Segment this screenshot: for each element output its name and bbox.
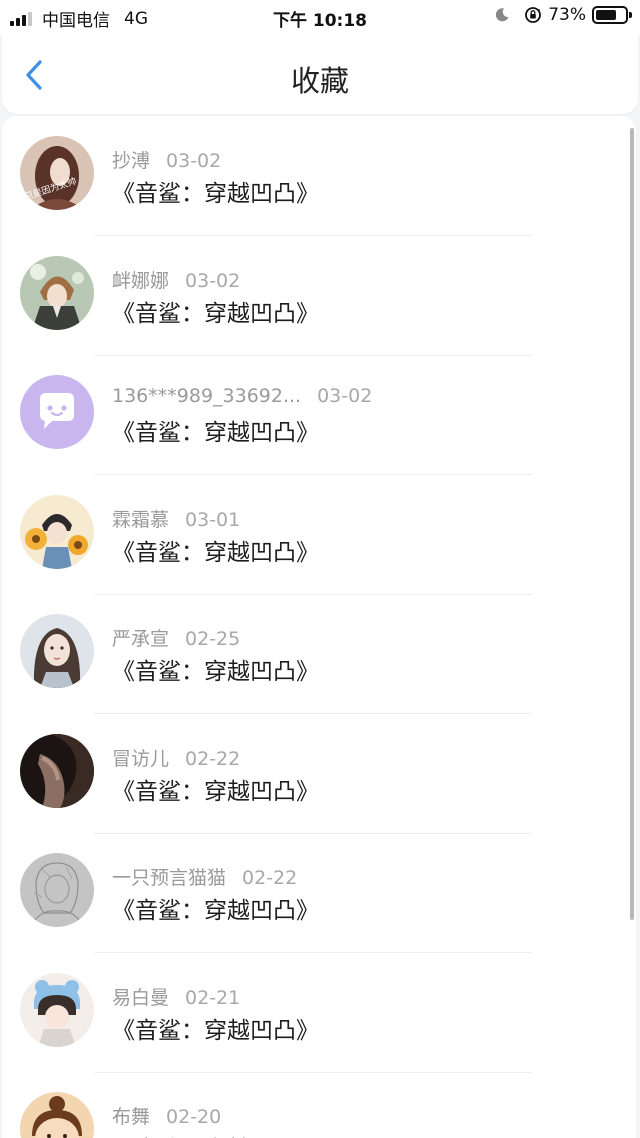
favorite-date: 03-01 bbox=[185, 508, 241, 531]
user-avatar[interactable] bbox=[20, 733, 94, 808]
user-avatar[interactable] bbox=[20, 853, 94, 927]
favorite-date: 02-25 bbox=[185, 628, 241, 650]
user-avatar[interactable] bbox=[20, 255, 94, 330]
favorite-item[interactable]: 冒访儿 02-22 《音鲨：穿越凹凸》 bbox=[2, 714, 622, 834]
battery-icon bbox=[592, 6, 632, 24]
favorite-item[interactable]: 易白曼 02-21 《音鲨：穿越凹凸》 bbox=[2, 953, 622, 1073]
rotation-lock-icon bbox=[525, 7, 542, 23]
favorite-title[interactable]: 《音鲨：穿越凹凸》 bbox=[112, 174, 319, 208]
item-meta: 136***989_33692... 03-02 bbox=[112, 385, 372, 407]
scrollbar[interactable] bbox=[630, 128, 634, 920]
favorite-title[interactable]: 《音鲨：穿越凹凸》 bbox=[112, 652, 319, 686]
user-name[interactable]: 霖霜慕 bbox=[112, 509, 169, 531]
favorite-title[interactable]: 《音鲨：穿越凹凸》 bbox=[112, 1130, 319, 1138]
favorite-date: 03-02 bbox=[317, 385, 373, 407]
user-name[interactable]: 布舞 bbox=[112, 1106, 150, 1128]
favorite-date: 03-02 bbox=[166, 150, 222, 172]
user-avatar[interactable] bbox=[20, 1092, 94, 1138]
favorite-date: 02-22 bbox=[242, 867, 298, 889]
favorite-item[interactable]: 只是因为太帅 抄溥 03-02 《音鲨：穿越凹凸》 bbox=[2, 116, 622, 236]
favorite-item[interactable]: 一只预言猫猫 02-22 《音鲨：穿越凹凸》 bbox=[2, 833, 622, 953]
page-title: 收藏 bbox=[290, 64, 349, 98]
user-name[interactable]: 136***989_33692... bbox=[112, 385, 301, 407]
user-avatar[interactable] bbox=[20, 494, 94, 569]
user-name[interactable]: 冒访儿 bbox=[112, 748, 169, 770]
status-bar: 中国电信 4G 下午 10:18 73% bbox=[0, 0, 640, 34]
favorite-item[interactable]: 布舞 02-20 《音鲨：穿越凹凸》 bbox=[2, 1072, 622, 1138]
navigation-bar: 收藏 bbox=[2, 34, 638, 114]
item-meta: 一只预言猫猫 02-22 bbox=[112, 863, 297, 890]
item-meta: 冒访儿 02-22 bbox=[112, 744, 240, 771]
battery-percentage: 73% bbox=[548, 5, 586, 25]
status-bar-right: 73% bbox=[494, 5, 632, 25]
favorite-title[interactable]: 《音鲨：穿越凹凸》 bbox=[112, 294, 319, 328]
item-meta: 易白曼 02-21 bbox=[112, 983, 240, 1010]
favorite-item[interactable]: 霖霜慕 03-01 《音鲨：穿越凹凸》 bbox=[2, 475, 622, 595]
user-name[interactable]: 严承宣 bbox=[112, 628, 169, 650]
item-meta: 布舞 02-20 bbox=[112, 1102, 221, 1129]
favorite-item[interactable]: 衅娜娜 03-02 《音鲨：穿越凹凸》 bbox=[2, 236, 622, 356]
favorite-title[interactable]: 《音鲨：穿越凹凸》 bbox=[112, 891, 319, 925]
user-avatar[interactable] bbox=[20, 614, 94, 688]
user-avatar[interactable]: 只是因为太帅 bbox=[20, 136, 94, 210]
favorite-item[interactable]: 136***989_33692... 03-02 《音鲨：穿越凹凸》 bbox=[2, 355, 622, 475]
item-meta: 抄溥 03-02 bbox=[112, 146, 221, 173]
favorites-list[interactable]: 只是因为太帅 抄溥 03-02 《音鲨：穿越凹凸》 衅娜娜 03-02 《音鲨：穿越凹凸》 1… bbox=[2, 116, 636, 1138]
item-meta: 严承宣 02-25 bbox=[112, 624, 240, 651]
user-name[interactable]: 一只预言猫猫 bbox=[112, 867, 226, 889]
favorite-title[interactable]: 《音鲨：穿越凹凸》 bbox=[112, 772, 319, 806]
user-avatar[interactable] bbox=[20, 375, 94, 449]
favorite-item[interactable]: 严承宣 02-25 《音鲨：穿越凹凸》 bbox=[2, 594, 622, 714]
do-not-disturb-moon-icon bbox=[496, 8, 509, 22]
item-meta: 霖霜慕 03-01 bbox=[112, 505, 240, 532]
favorite-date: 03-02 bbox=[185, 269, 241, 292]
favorite-title[interactable]: 《音鲨：穿越凹凸》 bbox=[112, 533, 319, 567]
battery-fill bbox=[596, 10, 616, 20]
favorite-date: 02-21 bbox=[185, 986, 241, 1009]
favorite-date: 02-22 bbox=[185, 747, 241, 770]
user-name[interactable]: 衅娜娜 bbox=[112, 270, 169, 292]
favorite-title[interactable]: 《音鲨：穿越凹凸》 bbox=[112, 413, 319, 447]
user-name[interactable]: 易白曼 bbox=[112, 987, 169, 1009]
user-name[interactable]: 抄溥 bbox=[112, 150, 150, 172]
favorite-date: 02-20 bbox=[166, 1106, 222, 1128]
item-meta: 衅娜娜 03-02 bbox=[112, 266, 240, 293]
favorite-title[interactable]: 《音鲨：穿越凹凸》 bbox=[112, 1011, 319, 1045]
user-avatar[interactable] bbox=[20, 972, 94, 1047]
